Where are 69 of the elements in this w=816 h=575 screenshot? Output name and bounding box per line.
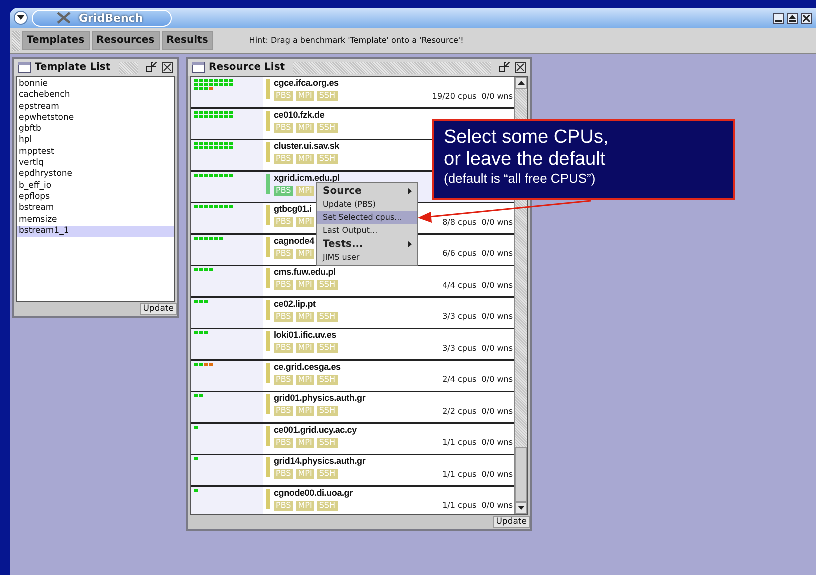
cpu-reading: 1/1 cpus 0/0 wns bbox=[442, 501, 514, 510]
cpu-reading: 19/20 cpus 0/0 wns bbox=[432, 92, 514, 100]
service-tag: SSH bbox=[317, 469, 338, 479]
service-tag: PBS bbox=[274, 217, 294, 227]
service-tag: PBS bbox=[274, 469, 294, 479]
service-tag: MPI bbox=[296, 217, 314, 227]
service-tag: MPI bbox=[296, 343, 314, 353]
service-tag: PBS bbox=[274, 406, 294, 416]
service-tag: PBS bbox=[274, 500, 294, 510]
cpu-reading: 3/3 cpus 0/0 wns bbox=[442, 344, 514, 352]
service-tag: SSH bbox=[317, 500, 338, 510]
service-tag: SSH bbox=[317, 280, 338, 290]
cpu-reading: 4/4 cpus 0/0 wns bbox=[442, 280, 514, 290]
service-tag: MPI bbox=[296, 248, 314, 258]
cpu-reading: 1/1 cpus 0/0 wns bbox=[442, 470, 514, 478]
host-name: cgnode00.di.uoa.gr bbox=[274, 486, 353, 500]
host-name: cgce.ifca.org.es bbox=[274, 77, 339, 90]
host-name: gtbcg01.i bbox=[274, 203, 312, 216]
service-tag: SSH bbox=[317, 374, 338, 384]
service-tag: PBS bbox=[274, 343, 294, 353]
cpu-reading: 2/4 cpus 0/0 wns bbox=[442, 375, 514, 384]
cpu-reading: 3/3 cpus 0/0 wns bbox=[442, 312, 514, 321]
host-name: ce.grid.cesga.es bbox=[274, 360, 341, 374]
service-tag: PBS bbox=[274, 122, 294, 132]
service-tag: MPI bbox=[296, 500, 314, 510]
host-name: cagnode4 bbox=[274, 234, 314, 248]
host-name: ce02.lip.pt bbox=[274, 298, 316, 311]
service-tag: SSH bbox=[317, 91, 338, 101]
service-tag: MPI bbox=[296, 186, 314, 196]
host-name: cms.fuw.edu.pl bbox=[274, 266, 336, 279]
service-tag: SSH bbox=[317, 343, 338, 353]
service-tag: PBS bbox=[274, 280, 294, 290]
window-title: Template List bbox=[35, 62, 111, 73]
service-tag: PBS bbox=[274, 91, 294, 101]
host-name: ce001.grid.ucy.ac.cy bbox=[274, 424, 357, 437]
service-tag: PBS bbox=[274, 186, 294, 196]
host-name: cluster.ui.sav.sk bbox=[274, 140, 340, 153]
service-tag: MPI bbox=[296, 280, 314, 290]
service-tag: PBS bbox=[274, 154, 294, 164]
service-tag: MPI bbox=[296, 91, 314, 101]
service-tag: SSH bbox=[317, 122, 338, 132]
cpu-reading: 6/6 cpus 0/0 wns bbox=[442, 249, 514, 258]
service-tag: MPI bbox=[296, 154, 314, 164]
service-tag: SSH bbox=[317, 312, 338, 322]
service-tag: PBS bbox=[274, 438, 294, 448]
host-name: grid14.physics.auth.gr bbox=[274, 455, 366, 468]
cpu-reading: 1/1 cpus 0/0 wns bbox=[442, 438, 514, 447]
host-name: loki01.ific.uv.es bbox=[274, 329, 336, 342]
service-tag: PBS bbox=[274, 312, 294, 322]
service-tag: MPI bbox=[296, 122, 314, 132]
service-tag: PBS bbox=[274, 374, 294, 384]
host-name: ce010.fzk.de bbox=[274, 108, 325, 122]
service-tag: SSH bbox=[317, 406, 338, 416]
window-title: Resource List bbox=[209, 62, 286, 73]
host-name: grid01.physics.auth.gr bbox=[274, 392, 366, 405]
service-tag: MPI bbox=[296, 312, 314, 322]
cpu-reading: 2/2 cpus 0/0 wns bbox=[442, 406, 514, 416]
service-tag: MPI bbox=[296, 406, 314, 416]
service-tag: MPI bbox=[296, 469, 314, 479]
callout-note: (default is “all free CPUS”) bbox=[444, 171, 597, 187]
service-tag: PBS bbox=[274, 248, 294, 258]
service-tag: SSH bbox=[317, 154, 338, 164]
hint-text: Hint: Drag a benchmark 'Template' onto a 'Resource'! bbox=[249, 36, 464, 45]
window-title: GridBench bbox=[79, 12, 144, 24]
host-name: xgrid.icm.edu.pl bbox=[274, 172, 340, 185]
cpu-reading: 8/8 cpus 0/0 wns bbox=[442, 218, 514, 226]
service-tag: MPI bbox=[296, 374, 314, 384]
service-tag: SSH bbox=[317, 438, 338, 448]
service-tag: MPI bbox=[296, 438, 314, 448]
